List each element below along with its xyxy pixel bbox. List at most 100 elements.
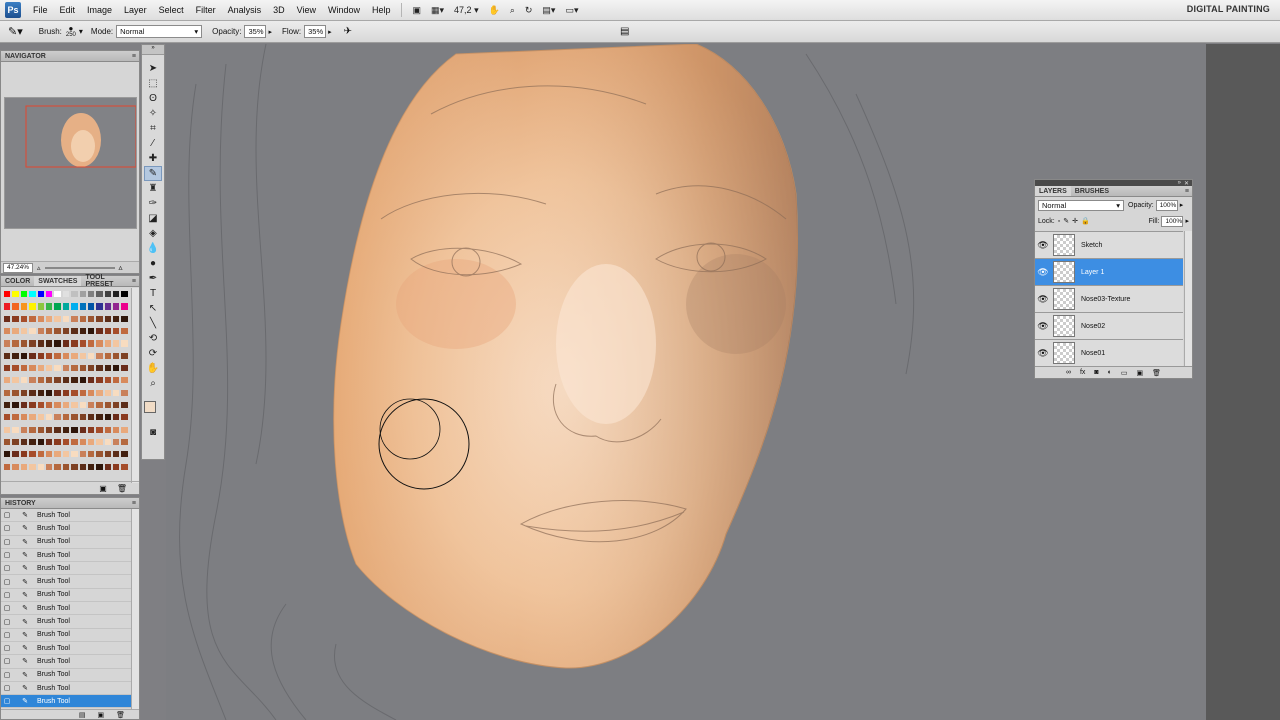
layer-opacity-input[interactable]: 100% (1155, 199, 1178, 211)
color-swatch[interactable] (36, 339, 45, 348)
color-swatch[interactable] (28, 339, 37, 348)
color-swatch[interactable] (53, 363, 62, 373)
color-swatch[interactable] (44, 400, 54, 410)
layer-fill-input[interactable]: 100% (1161, 215, 1184, 227)
color-swatch[interactable] (11, 339, 20, 348)
color-swatch[interactable] (19, 302, 29, 311)
history-item[interactable]: ▢ ✎ Brush Tool (1, 655, 131, 669)
color-swatch[interactable] (103, 290, 113, 299)
history-item[interactable]: ▢ ✎ Brush Tool (1, 575, 131, 589)
color-swatch[interactable] (3, 363, 12, 373)
menu-layer[interactable]: Layer (118, 5, 153, 15)
color-swatch[interactable] (112, 339, 121, 348)
trash-icon[interactable]: 🗑 (116, 711, 125, 719)
color-swatch[interactable] (19, 351, 29, 360)
foreground-color-swatch[interactable] (144, 401, 156, 413)
menu-filter[interactable]: Filter (190, 5, 222, 15)
quick-mask-icon[interactable]: ◙ (144, 425, 162, 440)
color-swatch[interactable] (36, 400, 45, 410)
color-swatch[interactable] (61, 425, 71, 434)
color-swatch[interactable] (78, 413, 87, 422)
color-swatch[interactable] (103, 437, 113, 447)
color-swatch[interactable] (78, 351, 87, 360)
color-swatch[interactable] (112, 462, 121, 471)
color-swatch[interactable] (28, 413, 37, 422)
color-swatch[interactable] (11, 425, 20, 434)
color-swatch[interactable] (103, 450, 113, 459)
lasso-tool-icon[interactable]: ʘ (144, 91, 162, 106)
eyedropper-tool-icon[interactable]: ⁄ (144, 136, 162, 151)
navigator-preview[interactable] (4, 97, 137, 229)
color-swatch[interactable] (86, 388, 96, 397)
quick-selection-tool-icon[interactable]: ✧ (144, 106, 162, 121)
color-swatch[interactable] (28, 376, 37, 385)
color-swatch[interactable] (103, 363, 113, 373)
color-swatch[interactable] (53, 290, 62, 299)
color-swatch[interactable] (44, 425, 54, 434)
layer-thumbnail[interactable] (1053, 315, 1075, 337)
tab-tool-preset[interactable]: TOOL PRESET (81, 274, 131, 288)
color-swatch[interactable] (112, 425, 121, 434)
menu-select[interactable]: Select (153, 5, 190, 15)
line-tool-icon[interactable]: ╲ (144, 316, 162, 331)
color-swatch[interactable] (44, 388, 54, 397)
color-swatch[interactable] (95, 437, 104, 447)
color-swatch[interactable] (61, 290, 71, 299)
color-swatch[interactable] (120, 450, 129, 459)
color-swatch[interactable] (103, 302, 113, 311)
crop-tool-icon[interactable]: ⌗ (144, 121, 162, 136)
brush-panel-toggle-icon[interactable]: ▤ (620, 26, 629, 37)
visibility-eye-icon[interactable]: 👁 (1037, 240, 1049, 251)
mode-select[interactable]: Normal ▾ (116, 25, 203, 38)
color-swatch[interactable] (11, 437, 20, 447)
clone-stamp-tool-icon[interactable]: ♜ (144, 181, 162, 196)
new-document-from-state-icon[interactable]: ▤ (79, 711, 86, 719)
color-swatch[interactable] (44, 326, 54, 336)
color-swatch[interactable] (95, 400, 104, 410)
color-swatch[interactable] (19, 462, 29, 471)
color-swatch[interactable] (36, 363, 45, 373)
layers-scrollbar[interactable] (1184, 231, 1192, 366)
color-swatch[interactable] (28, 326, 37, 336)
color-swatch[interactable] (53, 437, 62, 447)
color-swatch[interactable] (53, 351, 62, 360)
layer-thumbnail[interactable] (1053, 234, 1075, 256)
menu-analysis[interactable]: Analysis (222, 5, 268, 15)
color-swatch[interactable] (53, 462, 62, 471)
layer-style-icon[interactable]: fx (1080, 369, 1085, 376)
close-icon[interactable]: ✕ (1184, 180, 1189, 187)
color-swatch[interactable] (70, 400, 79, 410)
color-swatch[interactable] (53, 400, 62, 410)
color-swatch[interactable] (36, 302, 45, 311)
color-swatch[interactable] (19, 376, 29, 385)
layer-name[interactable]: Layer 1 (1081, 269, 1104, 276)
color-swatch[interactable] (95, 290, 104, 299)
color-swatch[interactable] (3, 290, 12, 299)
color-swatch[interactable] (53, 302, 62, 311)
eraser-tool-icon[interactable]: ◪ (144, 211, 162, 226)
color-swatch[interactable] (28, 388, 37, 397)
visibility-eye-icon[interactable]: 👁 (1037, 267, 1049, 278)
color-swatch[interactable] (44, 413, 54, 422)
color-swatch[interactable] (3, 326, 12, 336)
color-swatch[interactable] (95, 302, 104, 311)
new-snapshot-icon[interactable]: ▣ (97, 711, 104, 719)
color-swatch[interactable] (86, 363, 96, 373)
move-tool-icon[interactable]: ➤ (144, 61, 162, 76)
zoom-level-dropdown[interactable]: 47,2 ▾ (451, 3, 482, 18)
lock-all-icon[interactable]: 🔒 (1081, 217, 1090, 225)
type-tool-icon[interactable]: T (144, 286, 162, 301)
color-swatch[interactable] (120, 363, 129, 373)
color-swatch[interactable] (61, 437, 71, 447)
menu-edit[interactable]: Edit (54, 5, 82, 15)
visibility-eye-icon[interactable]: 👁 (1037, 348, 1049, 359)
navigator-zoom-input[interactable]: 47.24% (3, 262, 33, 273)
lock-image-icon[interactable]: ✎ (1063, 217, 1069, 225)
flow-slider-arrow-icon[interactable]: ▸ (328, 28, 332, 36)
color-swatch[interactable] (103, 351, 113, 360)
3d-orbit-tool-icon[interactable]: ⟳ (144, 346, 162, 361)
color-swatch[interactable] (112, 314, 121, 323)
layer-name[interactable]: Nose01 (1081, 350, 1105, 357)
color-swatch[interactable] (36, 413, 45, 422)
color-swatch[interactable] (19, 314, 29, 323)
